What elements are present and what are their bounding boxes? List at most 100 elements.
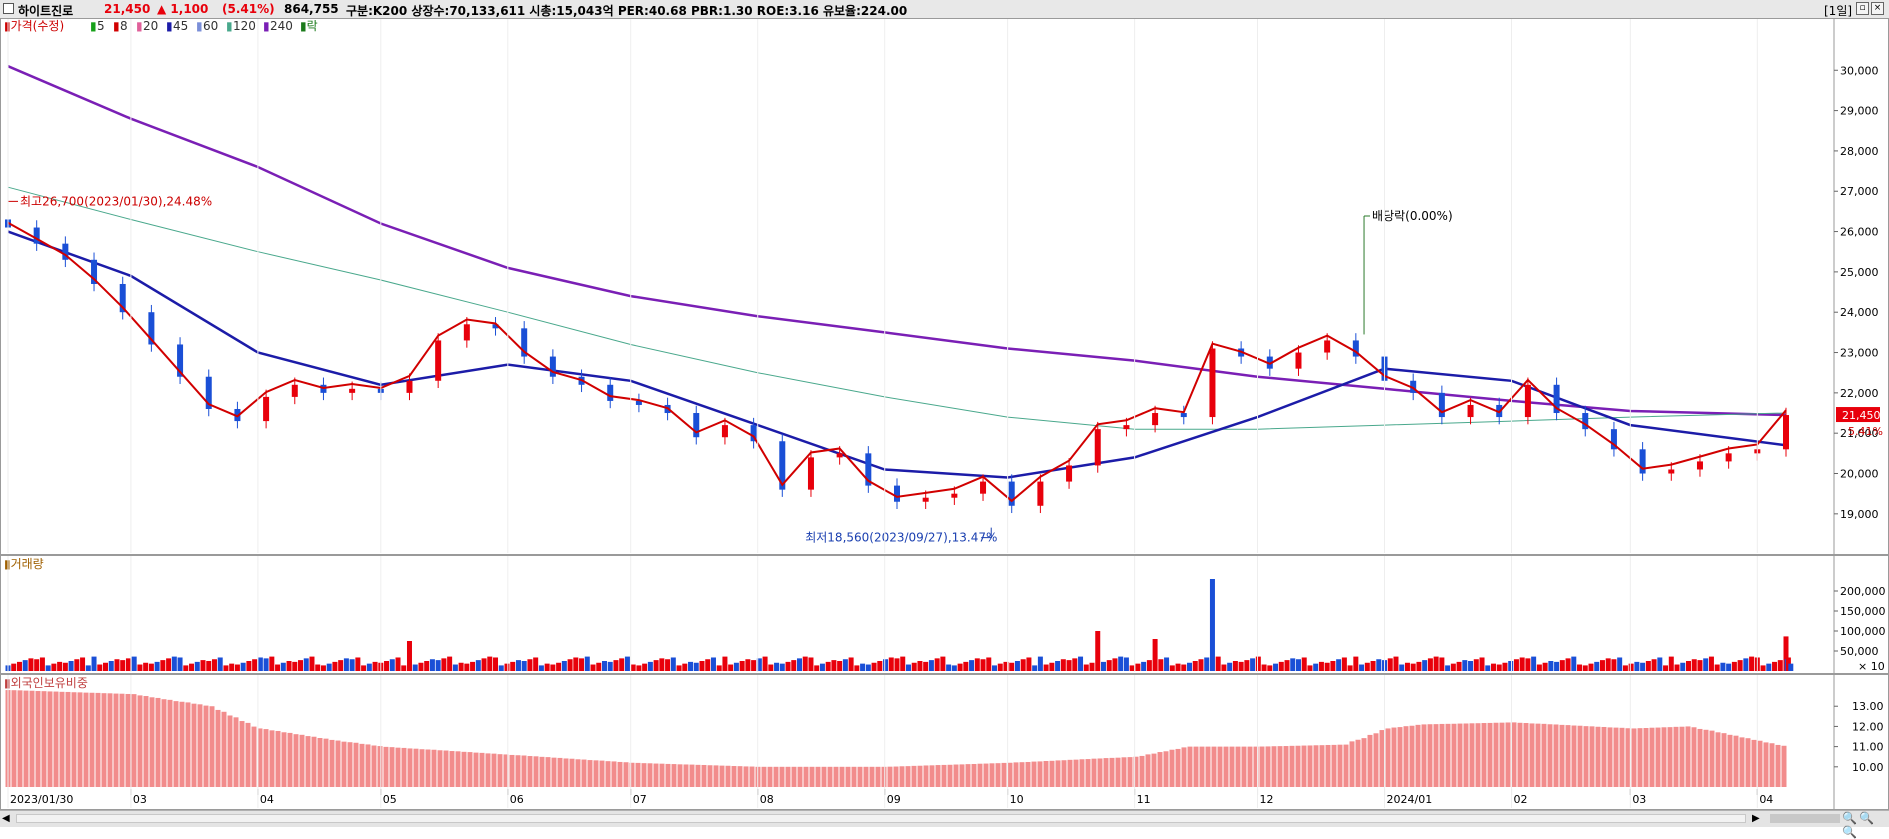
foreign-bar <box>569 758 575 787</box>
volume-bar <box>475 660 481 671</box>
foreign-bar <box>521 755 527 787</box>
foreign-bar <box>941 764 947 787</box>
candle-body <box>1037 481 1044 506</box>
foreign-bar <box>1745 738 1751 787</box>
volume-bar <box>779 663 785 671</box>
volume-bar <box>338 660 344 671</box>
foreign-bar <box>677 764 683 787</box>
candle-body <box>1438 392 1445 418</box>
foreign-bar <box>1007 762 1013 787</box>
candle-body <box>1324 340 1331 353</box>
x-tick-label: 05 <box>383 793 397 806</box>
x-tick-label: 06 <box>510 793 524 806</box>
candle-body <box>1066 465 1073 482</box>
foreign-bar <box>23 690 29 787</box>
foreign-tick-label: 12.00 <box>1852 720 1884 733</box>
volume-bar <box>1244 660 1250 671</box>
foreign-bar <box>1043 761 1049 787</box>
candle-body <box>693 413 700 438</box>
period-button[interactable]: [1일] <box>1824 2 1852 19</box>
volume-bar <box>441 658 447 671</box>
foreign-bar <box>1481 723 1487 787</box>
foreign-bar <box>1637 728 1643 787</box>
volume-bar <box>928 660 934 671</box>
foreign-bar <box>1649 727 1655 787</box>
scroll-right-icon[interactable]: ▶ <box>1752 813 1760 824</box>
volume-bar <box>1703 658 1709 671</box>
foreign-bar <box>1769 743 1775 787</box>
foreign-bar <box>1547 724 1553 787</box>
foreign-bar <box>1169 749 1175 787</box>
foreign-bar <box>1013 762 1019 787</box>
legend-ma-8: 8 <box>120 19 128 33</box>
volume-bar <box>1232 661 1238 671</box>
volume-bar <box>665 659 671 671</box>
volume-bar <box>1037 656 1043 671</box>
foreign-bar <box>347 742 353 787</box>
volume-bar <box>1720 662 1726 671</box>
volume-bar <box>1410 663 1416 671</box>
stock-name[interactable]: 하이트진로 <box>18 2 73 19</box>
candle-body <box>1524 384 1531 418</box>
volume-bar <box>493 657 499 671</box>
x-tick-label: 12 <box>1260 793 1274 806</box>
volume-bar <box>1273 663 1279 671</box>
candle-body <box>836 453 843 458</box>
scroll-left-icon[interactable]: ◀ <box>2 813 10 824</box>
foreign-bar <box>737 766 743 787</box>
legend-ma-45: 45 <box>173 19 188 33</box>
volume-bar <box>406 641 412 671</box>
chart-scrollbar[interactable]: ◀ ▶ 🔍🔍🔍 <box>0 810 1889 839</box>
volume-bar <box>389 659 395 671</box>
foreign-bar <box>1163 751 1169 787</box>
volume-bar <box>848 657 854 671</box>
foreign-bar <box>1565 725 1571 787</box>
volume-bar <box>997 663 1003 671</box>
foreign-bar <box>407 748 413 787</box>
volume-bar <box>1445 665 1451 671</box>
volume-bar <box>1565 658 1571 671</box>
volume-bar <box>62 662 68 671</box>
zoom-slider[interactable] <box>1770 814 1840 823</box>
foreign-bar <box>299 734 305 787</box>
volume-bar <box>1749 656 1755 671</box>
foreign-bar <box>545 757 551 787</box>
volume-bar <box>309 656 315 671</box>
foreign-bar <box>1685 726 1691 787</box>
volume-bar <box>607 661 613 671</box>
volume-bar <box>768 664 774 671</box>
foreign-bar <box>191 703 197 787</box>
volume-bar <box>1788 663 1794 671</box>
maximize-icon[interactable]: ▫ <box>1856 2 1869 15</box>
foreign-bar <box>1289 745 1295 787</box>
volume-bar <box>728 664 734 671</box>
close-icon[interactable]: × <box>1871 2 1884 15</box>
legend-price: ▮가격(수정) <box>4 19 64 33</box>
volume-bar <box>1026 657 1032 671</box>
foreign-bar <box>1247 746 1253 787</box>
foreign-bar <box>1379 730 1385 787</box>
stock-chart[interactable]: 19,00020,00021,00022,00023,00024,00025,0… <box>0 18 1889 810</box>
candle-body <box>1180 413 1187 418</box>
foreign-bar <box>689 764 695 787</box>
foreign-bar <box>533 756 539 787</box>
volume-bar <box>1318 661 1324 671</box>
foreign-bar <box>113 693 119 787</box>
x-tick-label: 04 <box>260 793 274 806</box>
volume-bar <box>80 657 86 671</box>
foreign-bar <box>911 765 917 787</box>
select-checkbox[interactable] <box>3 3 14 14</box>
candle-body <box>1152 413 1159 426</box>
foreign-bar <box>1583 726 1589 787</box>
scroll-track[interactable] <box>16 814 1746 823</box>
foreign-bar <box>1775 744 1781 787</box>
zoom-icons[interactable]: 🔍🔍🔍 <box>1842 811 1889 839</box>
foreign-bar <box>17 690 23 787</box>
volume-bar <box>1215 656 1221 671</box>
price-change: ▲ 1,100 <box>157 2 209 16</box>
volume-bar <box>1014 661 1020 671</box>
candle-body <box>1209 348 1216 418</box>
foreign-bar <box>53 691 59 787</box>
volume-bar <box>1760 665 1766 671</box>
volume-bar <box>1663 665 1669 671</box>
